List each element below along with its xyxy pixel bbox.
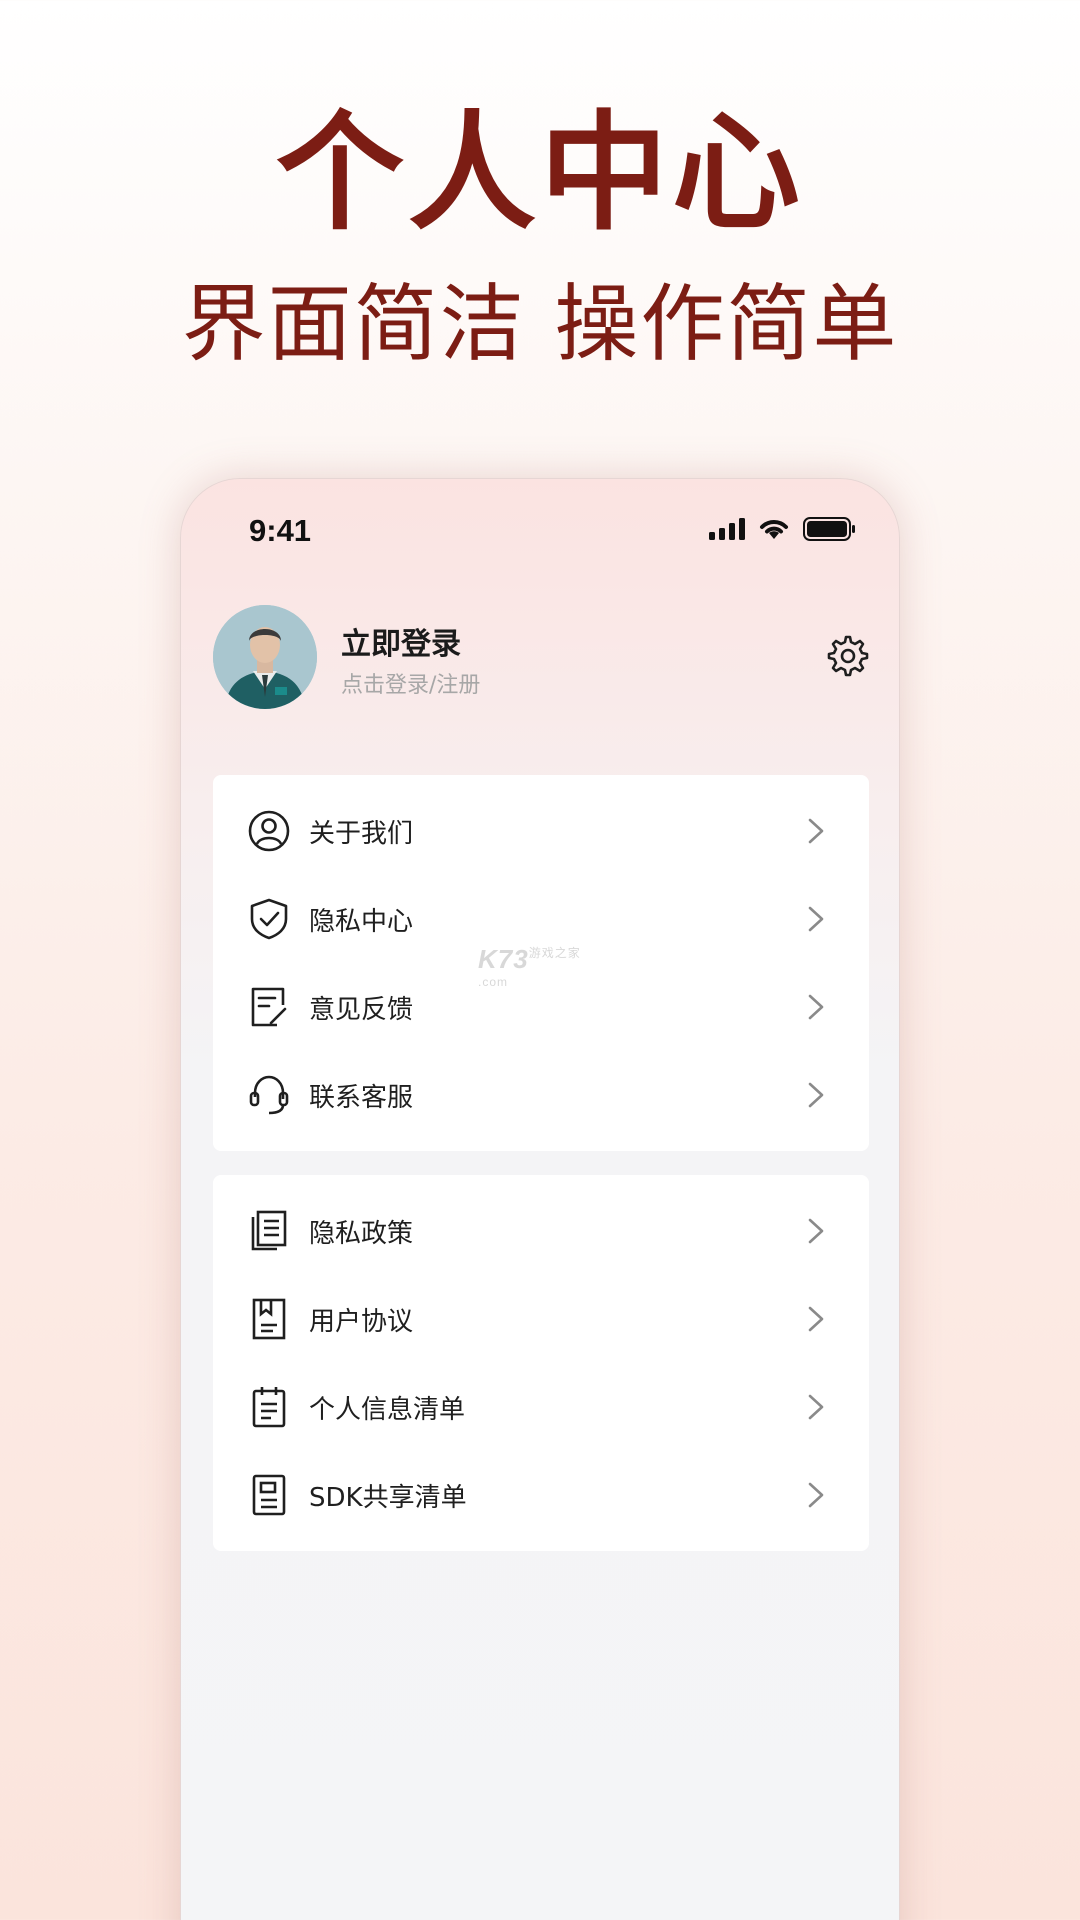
menu-item-label: 关于我们 [309, 819, 414, 849]
menu-item-label: 用户协议 [309, 1307, 414, 1337]
menu-item-label: SDK共享清单 [309, 1483, 467, 1513]
user-circle-icon [248, 810, 290, 852]
signal-icon [709, 518, 745, 540]
sdk-doc-icon [252, 1474, 286, 1516]
menu-item-label: 意见反馈 [309, 995, 414, 1025]
chevron-right-icon [808, 1218, 824, 1244]
promo-subtitle: 界面简洁 操作简单 [181, 275, 899, 373]
menu-item-personal-info-list[interactable]: 个人信息清单 [213, 1363, 869, 1451]
clipboard-icon [252, 1387, 286, 1428]
avatar[interactable] [213, 605, 317, 709]
shield-check-icon [250, 898, 288, 940]
menu-item-user-agreement[interactable]: 用户协议 [213, 1275, 869, 1363]
menu-item-label: 隐私政策 [309, 1219, 414, 1249]
watermark-main: K73 [478, 944, 529, 974]
login-title[interactable]: 立即登录 [341, 619, 461, 663]
chevron-right-icon [808, 1482, 824, 1508]
menu-item-customer-service[interactable]: 联系客服 [213, 1051, 869, 1139]
login-subtitle[interactable]: 点击登录/注册 [341, 667, 480, 699]
menu-card-legal: 隐私政策 用户协议 个人信息清单 SDK共享清单 [213, 1175, 869, 1551]
menu-item-sdk-sharing-list[interactable]: SDK共享清单 [213, 1451, 869, 1539]
bookmark-doc-icon [252, 1298, 286, 1340]
phone-frame: 9:41 立即登录 点击登录/注册 关于我们 隐私中心 意见反馈 联系客服 隐私… [180, 478, 900, 1920]
chevron-right-icon [808, 906, 824, 932]
chevron-right-icon [808, 1082, 824, 1108]
status-time: 9:41 [249, 513, 312, 548]
status-bar: 9:41 [181, 479, 899, 579]
menu-item-label: 联系客服 [309, 1083, 414, 1113]
headset-icon [249, 1075, 289, 1115]
profile-section[interactable]: 立即登录 点击登录/注册 [213, 605, 873, 711]
menu-item-about[interactable]: 关于我们 [213, 787, 869, 875]
menu-item-label: 隐私中心 [309, 907, 414, 937]
wifi-icon [760, 520, 788, 539]
menu-item-feedback[interactable]: 意见反馈 [213, 963, 869, 1051]
battery-icon [803, 517, 855, 541]
gear-icon[interactable] [825, 633, 871, 679]
chevron-right-icon [808, 994, 824, 1020]
menu-item-privacy-policy[interactable]: 隐私政策 [213, 1187, 869, 1275]
menu-item-label: 个人信息清单 [309, 1395, 466, 1425]
feedback-edit-icon [251, 987, 287, 1027]
watermark: K73游戏之家 .com [478, 944, 598, 989]
chevron-right-icon [808, 818, 824, 844]
promo-title: 个人中心 [275, 99, 804, 248]
documents-icon [251, 1210, 287, 1251]
chevron-right-icon [808, 1394, 824, 1420]
chevron-right-icon [808, 1306, 824, 1332]
